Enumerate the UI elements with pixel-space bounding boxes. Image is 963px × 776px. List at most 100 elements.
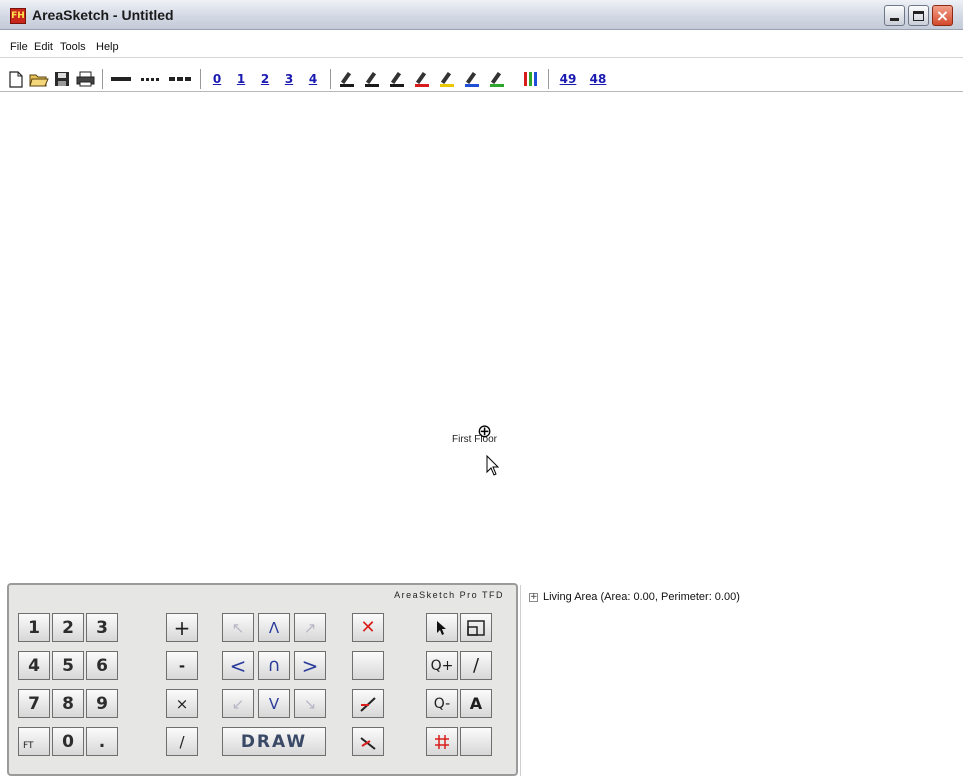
key-6[interactable]: 6 bbox=[86, 651, 118, 680]
key-multiply[interactable]: × bbox=[166, 689, 198, 718]
key-arrow-down[interactable]: V bbox=[258, 689, 290, 718]
key-divide[interactable]: / bbox=[166, 727, 198, 756]
tree-item-living-area[interactable]: Living Area (Area: 0.00, Perimeter: 0.00… bbox=[543, 591, 740, 603]
draw-button[interactable]: DRAW bbox=[222, 727, 326, 756]
color-palette-icon bbox=[524, 72, 537, 86]
solid-line-icon bbox=[111, 77, 131, 81]
select-tool-button[interactable] bbox=[426, 613, 458, 642]
menu-edit[interactable]: Edit bbox=[34, 41, 53, 53]
key-minus[interactable]: - bbox=[166, 651, 198, 680]
drawing-canvas[interactable]: First Floor ⊕ bbox=[0, 93, 963, 583]
maximize-button[interactable] bbox=[908, 5, 929, 26]
angle-tool-button[interactable] bbox=[352, 689, 384, 718]
tree-expand-toggle[interactable]: + bbox=[529, 593, 538, 602]
print-icon bbox=[76, 71, 94, 87]
key-0[interactable]: 0 bbox=[52, 727, 84, 756]
keypad-brand: AreaSketch Pro TFD bbox=[394, 590, 504, 600]
toolbar-separator bbox=[200, 69, 201, 89]
key-9[interactable]: 9 bbox=[86, 689, 118, 718]
menu-tools[interactable]: Tools bbox=[60, 41, 86, 53]
line-width-label: 3 bbox=[284, 72, 294, 86]
line-width-4-button[interactable]: 4 bbox=[302, 69, 324, 89]
key-arrow-down-right[interactable]: ↘ bbox=[294, 689, 326, 718]
line-width-1-button[interactable]: 1 bbox=[230, 69, 252, 89]
toolbar-extra-button-2[interactable]: 48 bbox=[584, 69, 612, 89]
arc-tool-button[interactable] bbox=[352, 727, 384, 756]
pen-icon bbox=[440, 71, 454, 87]
pen-color-button[interactable] bbox=[486, 69, 508, 89]
pen-color-button[interactable] bbox=[436, 69, 458, 89]
key-feet[interactable]: FT bbox=[18, 727, 50, 756]
line-width-3-button[interactable]: 3 bbox=[278, 69, 300, 89]
dotted-line-icon bbox=[141, 78, 159, 81]
key-arrow-left[interactable]: < bbox=[222, 651, 254, 680]
pen-icon bbox=[340, 71, 354, 87]
key-2[interactable]: 2 bbox=[52, 613, 84, 642]
color-palette-button[interactable] bbox=[520, 69, 542, 89]
toolbar-separator bbox=[102, 69, 103, 89]
pen-color-button[interactable] bbox=[386, 69, 408, 89]
zoom-in-button[interactable]: Q+ bbox=[426, 651, 458, 680]
key-3[interactable]: 3 bbox=[86, 613, 118, 642]
toolbar-extra-button-1[interactable]: 49 bbox=[554, 69, 582, 89]
key-arrow-undo[interactable]: ∩ bbox=[258, 651, 290, 680]
blank-function-button[interactable] bbox=[352, 651, 384, 680]
grid-tool-button[interactable] bbox=[426, 727, 458, 756]
window-tool-button[interactable] bbox=[460, 613, 492, 642]
toolbar: 0 1 2 3 4 49 48 bbox=[0, 66, 963, 92]
key-arrow-up-left[interactable]: ↖ bbox=[222, 613, 254, 642]
grid-icon bbox=[435, 734, 449, 749]
pen-color-button[interactable] bbox=[361, 69, 383, 89]
title-bar: FH AreaSketch - Untitled × bbox=[0, 0, 963, 30]
maximize-icon bbox=[913, 10, 924, 21]
key-4[interactable]: 4 bbox=[18, 651, 50, 680]
line-tool-button[interactable]: / bbox=[460, 651, 492, 680]
dotted-line-button[interactable] bbox=[138, 69, 164, 89]
line-width-label: 4 bbox=[308, 72, 318, 86]
solid-line-button[interactable] bbox=[108, 69, 134, 89]
window-title: AreaSketch - Untitled bbox=[32, 7, 174, 23]
window-select-icon bbox=[467, 619, 485, 636]
key-arrow-right[interactable]: > bbox=[294, 651, 326, 680]
key-arrow-up[interactable]: Λ bbox=[258, 613, 290, 642]
menu-file[interactable]: File bbox=[10, 41, 28, 53]
line-width-0-button[interactable]: 0 bbox=[206, 69, 228, 89]
open-button[interactable] bbox=[28, 69, 50, 89]
pen-color-button[interactable] bbox=[461, 69, 483, 89]
key-8[interactable]: 8 bbox=[52, 689, 84, 718]
key-7[interactable]: 7 bbox=[18, 689, 50, 718]
key-1[interactable]: 1 bbox=[18, 613, 50, 642]
open-folder-icon bbox=[29, 74, 49, 87]
close-button[interactable]: × bbox=[932, 5, 953, 26]
menu-bar: File Edit Tools Help bbox=[0, 38, 963, 58]
key-arrow-up-right[interactable]: ↗ bbox=[294, 613, 326, 642]
line-width-2-button[interactable]: 2 bbox=[254, 69, 276, 89]
print-button[interactable] bbox=[74, 69, 96, 89]
key-decimal[interactable]: . bbox=[86, 727, 118, 756]
key-5[interactable]: 5 bbox=[52, 651, 84, 680]
dashed-line-button[interactable] bbox=[166, 69, 194, 89]
text-tool-button[interactable]: A bbox=[460, 689, 492, 718]
new-file-button[interactable] bbox=[6, 69, 26, 89]
blank-tool-button[interactable] bbox=[460, 727, 492, 756]
menu-help[interactable]: Help bbox=[96, 41, 119, 53]
key-plus[interactable]: + bbox=[166, 613, 198, 642]
save-button[interactable] bbox=[52, 69, 72, 89]
keypad-panel: AreaSketch Pro TFD 1 2 3 4 5 6 7 8 9 FT … bbox=[7, 583, 518, 776]
line-width-label: 0 bbox=[212, 72, 222, 86]
toolbar-extra-label: 48 bbox=[589, 72, 607, 86]
key-arrow-down-left[interactable]: ↙ bbox=[222, 689, 254, 718]
delete-button[interactable]: ✕ bbox=[352, 613, 384, 642]
minimize-button[interactable] bbox=[884, 5, 905, 26]
save-disk-icon bbox=[55, 72, 69, 86]
crosshair-icon: ⊕ bbox=[477, 421, 493, 442]
pen-color-button[interactable] bbox=[411, 69, 433, 89]
zoom-out-button[interactable]: Q- bbox=[426, 689, 458, 718]
dashed-line-icon bbox=[169, 77, 191, 81]
pen-icon bbox=[365, 71, 379, 87]
select-arrow-icon bbox=[437, 620, 446, 635]
arrow-cursor-icon bbox=[486, 455, 500, 476]
line-width-label: 2 bbox=[260, 72, 270, 86]
new-file-icon bbox=[9, 70, 23, 88]
pen-color-button[interactable] bbox=[336, 69, 358, 89]
